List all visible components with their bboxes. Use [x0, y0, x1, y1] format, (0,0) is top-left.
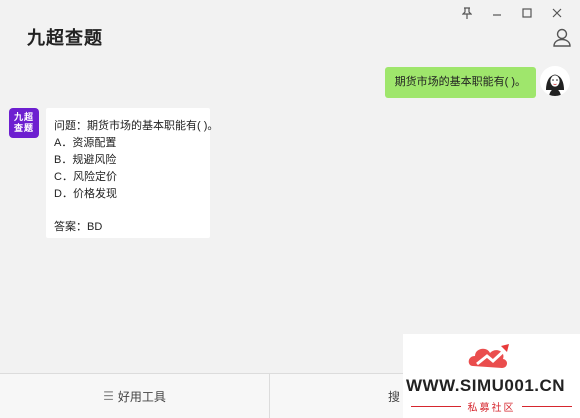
option-a: A．资源配置 — [54, 137, 117, 149]
watermark-sub: 私募社区 — [403, 399, 580, 414]
window-controls — [452, 4, 572, 22]
chat-area: 期货市场的基本职能有( )。 九超 查题 问题：期货市场的基本职能有( )。 A… — [0, 58, 580, 370]
question-bubble: 期货市场的基本职能有( )。 — [384, 67, 536, 98]
option-b: B．规避风险 — [54, 154, 117, 166]
minimize-icon[interactable] — [482, 4, 512, 22]
app-title: 九超查题 — [27, 28, 103, 48]
answer-card: 问题：期货市场的基本职能有( )。 A．资源配置 B．规避风险 C．风险定价 D… — [46, 108, 219, 238]
watermark-logo-icon — [468, 344, 509, 368]
close-icon[interactable] — [542, 4, 572, 22]
user-avatar — [540, 66, 570, 96]
user-icon[interactable] — [552, 27, 572, 47]
option-c: C．风险定价 — [54, 171, 117, 183]
bot-avatar: 九超 查题 — [9, 108, 39, 138]
question-text: 问题：期货市场的基本职能有( )。 — [54, 120, 219, 132]
watermark: WWW.SIMU001.CN 私募社区 — [403, 334, 580, 418]
tab-tools-label: 好用工具 — [117, 389, 166, 404]
menu-icon: ☰ — [103, 389, 114, 403]
maximize-icon[interactable] — [512, 4, 542, 22]
pin-icon[interactable] — [452, 4, 482, 22]
bot-avatar-line1: 九超 — [13, 112, 34, 122]
title-bar: 九超查题 — [0, 0, 580, 58]
answer-result: 答案：BD — [54, 221, 103, 233]
watermark-url: WWW.SIMU001.CN — [406, 376, 566, 395]
tab-tools[interactable]: ☰ 好用工具 — [0, 374, 269, 418]
tab-search-label: 搜 — [388, 389, 401, 404]
option-d: D．价格发现 — [54, 188, 117, 200]
bot-avatar-line2: 查题 — [13, 123, 34, 133]
